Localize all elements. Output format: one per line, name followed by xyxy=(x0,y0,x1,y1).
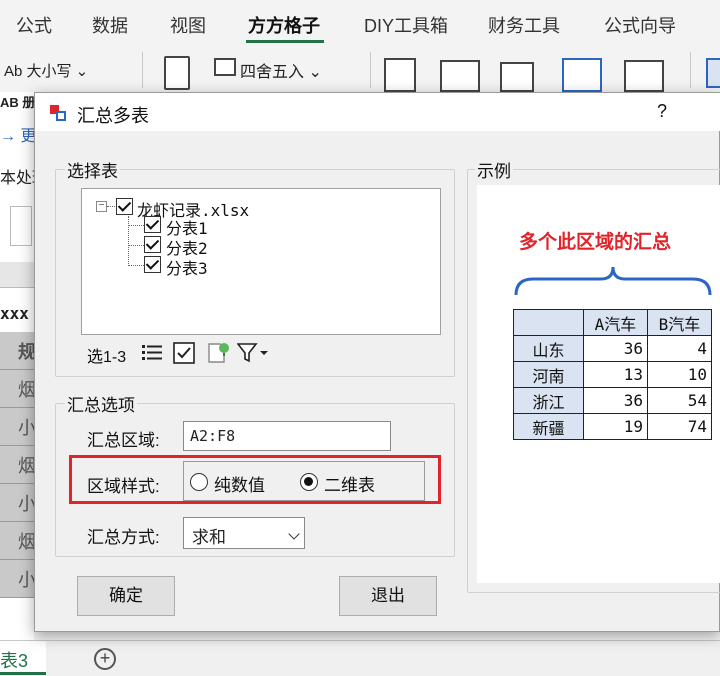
tree-connector xyxy=(107,206,115,207)
round-button[interactable]: 四舍五入 ⌄ xyxy=(240,58,322,82)
table-row: 河南 13 10 xyxy=(513,361,712,388)
row-label: 河南 xyxy=(513,361,584,388)
ok-button[interactable]: 确定 xyxy=(77,576,175,616)
table-cell: 36 xyxy=(583,335,648,362)
sheet-cell[interactable]: 小 xyxy=(0,484,36,522)
table-grid-icon[interactable] xyxy=(562,58,602,92)
tree-connector xyxy=(128,265,144,266)
example-panel: 多个此区域的汇总 A汽车 B汽车 山东 36 4 河南 13 10 浙江 36 xyxy=(477,185,720,583)
sheet-cell[interactable]: 烟 xyxy=(0,446,36,484)
sheet-cell[interactable]: 烟 xyxy=(0,370,36,408)
tab-diy-toolbox[interactable]: DIY工具箱 xyxy=(364,12,448,38)
highlight-box xyxy=(69,455,441,504)
ribbon-separator xyxy=(690,52,691,88)
summary-dialog: 汇总多表 ? 选择表 − 龙虾记录.xlsx 分表1 分表2 分表3 选1-3 xyxy=(34,92,720,632)
filter-icon[interactable] xyxy=(237,342,269,364)
sheet-area: AB 册 → 更 本处理 xxx 规 烟 小 烟 小 烟 小 xyxy=(0,92,48,640)
name-box[interactable] xyxy=(10,206,32,246)
row-label: 山东 xyxy=(513,335,584,362)
table-cell: 54 xyxy=(647,387,712,414)
table-row: 山东 36 4 xyxy=(513,335,712,362)
method-value: 求和 xyxy=(192,528,226,547)
dialog-title: 汇总多表 xyxy=(77,106,149,126)
exit-button[interactable]: 退出 xyxy=(339,576,437,616)
grid-icon[interactable] xyxy=(500,62,534,92)
tab-data[interactable]: 数据 xyxy=(92,12,128,38)
list-icon[interactable] xyxy=(141,342,163,362)
round-icon xyxy=(214,58,236,76)
select-group-label: 选择表 xyxy=(65,157,120,182)
table-row: 浙江 36 54 xyxy=(513,387,712,414)
sheet2-checkbox[interactable] xyxy=(144,236,161,253)
sheet3-checkbox[interactable] xyxy=(144,256,161,273)
document-icon[interactable] xyxy=(164,56,190,90)
tab-fangfang[interactable]: 方方格子 xyxy=(248,12,320,38)
active-tab-indicator xyxy=(246,40,324,43)
sheet-cell[interactable]: 小 xyxy=(0,560,36,598)
partial-icon[interactable] xyxy=(706,58,720,88)
table-cell: 36 xyxy=(583,387,648,414)
table-cell: 13 xyxy=(583,361,648,388)
clipboard-icon[interactable] xyxy=(384,58,416,92)
table-header-cell: A汽车 xyxy=(583,309,648,336)
selection-range-label: 选1-3 xyxy=(87,349,127,366)
tree-item-sheet3[interactable]: 分表3 xyxy=(166,255,208,279)
sheet-tab[interactable]: 表3 xyxy=(0,641,46,675)
tree-connector xyxy=(128,225,144,226)
root-checkbox[interactable] xyxy=(116,198,133,215)
ribbon-separator xyxy=(370,52,371,88)
spreadsheet-icon[interactable] xyxy=(624,60,664,92)
area-input[interactable]: A2:F8 xyxy=(183,421,391,451)
ribbon-separator xyxy=(142,52,143,88)
example-table: A汽车 B汽车 山东 36 4 河南 13 10 浙江 36 54 新疆 19 xyxy=(513,309,712,440)
app-icon xyxy=(50,105,66,121)
dialog-title-bar: 汇总多表 ? xyxy=(35,93,720,131)
sheet-tab-bar: 表3 + xyxy=(0,640,720,676)
brace-icon xyxy=(514,266,712,296)
method-label: 汇总方式: xyxy=(87,528,160,547)
collapse-icon[interactable]: − xyxy=(96,201,107,212)
ribbon-body: Ab 大小写 ⌄ 四舍五入 ⌄ xyxy=(0,48,720,92)
tab-finance-tools[interactable]: 财务工具 xyxy=(488,12,560,38)
ribbon-tabs: 公式 数据 视图 方方格子 DIY工具箱 财务工具 公式向导 xyxy=(0,0,720,48)
list-icon[interactable] xyxy=(440,60,480,92)
table-header-cell: B汽车 xyxy=(647,309,712,336)
case-button[interactable]: Ab 大小写 ⌄ xyxy=(4,60,88,81)
table-row: 新疆 19 74 xyxy=(513,413,712,440)
row-label: 新疆 xyxy=(513,413,584,440)
tree-connector xyxy=(128,245,144,246)
header-fragment: xxx xyxy=(0,304,29,323)
tree-connector xyxy=(128,216,129,266)
table-cell: 19 xyxy=(583,413,648,440)
sheet1-checkbox[interactable] xyxy=(144,216,161,233)
table-tree: − 龙虾记录.xlsx 分表1 分表2 分表3 xyxy=(81,188,441,335)
check-all-icon[interactable] xyxy=(173,342,195,364)
example-heading: 多个此区域的汇总 xyxy=(519,232,672,253)
table-cell: 10 xyxy=(647,361,712,388)
table-cell: 4 xyxy=(647,335,712,362)
row-label: 浙江 xyxy=(513,387,584,414)
table-cell: 74 xyxy=(647,413,712,440)
options-group-label: 汇总选项 xyxy=(65,391,137,416)
locate-sheet-icon[interactable] xyxy=(207,342,231,364)
help-icon[interactable]: ? xyxy=(657,101,667,122)
ribbon-fragment-2: → 更 xyxy=(0,128,37,145)
tree-toolbar: 选1-3 xyxy=(81,337,441,369)
sheet-cell[interactable]: 烟 xyxy=(0,522,36,560)
sheet-cell[interactable]: 规 xyxy=(0,332,36,370)
sheet-cell[interactable]: 小 xyxy=(0,408,36,446)
column-header xyxy=(0,262,34,288)
ribbon-fragment-1: AB 册 xyxy=(0,95,36,110)
method-dropdown[interactable]: 求和 xyxy=(183,517,305,549)
table-header-cell xyxy=(513,309,584,336)
chevron-down-icon xyxy=(288,528,300,540)
add-sheet-icon[interactable]: + xyxy=(94,648,116,670)
example-group-label: 示例 xyxy=(475,157,513,182)
tab-view[interactable]: 视图 xyxy=(170,12,206,38)
tab-formulas[interactable]: 公式 xyxy=(16,12,52,38)
area-label: 汇总区域: xyxy=(87,431,160,450)
tab-formula-wizard[interactable]: 公式向导 xyxy=(604,12,676,38)
